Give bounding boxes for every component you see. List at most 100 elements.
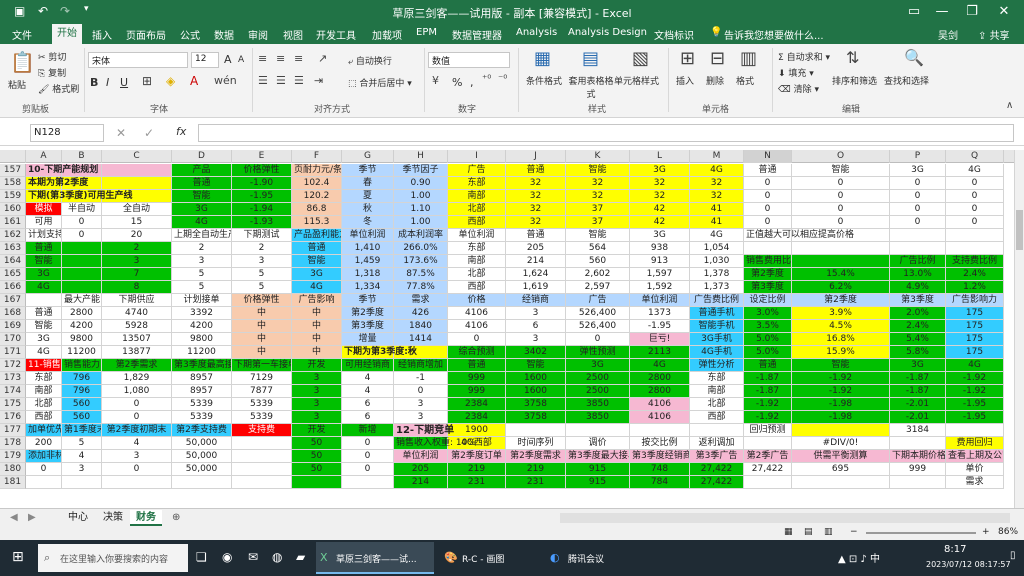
cell-i172[interactable]: 普通 [448, 359, 506, 372]
cell-m174[interactable]: 南部 [690, 385, 744, 398]
cell-e174[interactable]: 7877 [232, 385, 292, 398]
cell-h161[interactable]: 1.00 [394, 216, 448, 229]
cell-l174[interactable]: 2800 [630, 385, 690, 398]
row-header[interactable]: 174 [0, 385, 26, 398]
new-sheet-icon[interactable]: ⊕ [168, 510, 184, 526]
cell-h169[interactable]: 1840 [394, 320, 448, 333]
row-header[interactable]: 177 [0, 424, 26, 437]
vertical-scrollbar[interactable] [1014, 150, 1024, 508]
cell-i177[interactable]: 1900 [448, 424, 506, 437]
cell-g158[interactable]: 春 [342, 177, 394, 190]
cell-m171[interactable]: 4G手机 [690, 346, 744, 359]
align-left-icon[interactable]: ☰ [258, 74, 268, 87]
cell-j181[interactable]: 231 [506, 476, 566, 489]
cell-n172[interactable]: 普通 [744, 359, 792, 372]
cell-d161[interactable]: 4G [172, 216, 232, 229]
delete-cells-button[interactable]: 删除 [706, 74, 724, 87]
cell-styles-button[interactable]: 单元格样式 [614, 74, 659, 87]
orientation-icon[interactable]: ↗ [318, 52, 327, 65]
tab-review[interactable]: 审阅 [248, 27, 268, 42]
cell-l157[interactable]: 3G [630, 164, 690, 177]
cell-k179[interactable]: 第3季度最大接单 [566, 450, 630, 463]
cell-d166[interactable]: 5 [172, 281, 232, 294]
row-header[interactable]: 169 [0, 320, 26, 333]
cell-p174[interactable]: -1.87 [890, 385, 946, 398]
cell-d158[interactable]: 普通 [172, 177, 232, 190]
tab-home[interactable]: 开始 [52, 24, 82, 44]
tell-me-search[interactable]: 告诉我您想要做什么... [724, 27, 824, 42]
column-header-o[interactable]: O [792, 150, 890, 163]
cell-q179[interactable]: 查看上期及公司 [946, 450, 1004, 463]
cell-l162[interactable]: 3G [630, 229, 690, 242]
font-name-select[interactable]: 宋体 [88, 52, 188, 68]
name-box[interactable]: N128 [30, 124, 104, 142]
delete-cells-icon[interactable]: ⊟ [710, 48, 725, 69]
cell-k165[interactable]: 2,602 [566, 268, 630, 281]
cell-h173[interactable]: -1 [394, 372, 448, 385]
cell-e170[interactable]: 中 [232, 333, 292, 346]
cell-a181[interactable] [26, 476, 62, 489]
cell-c162[interactable]: 20 [102, 229, 172, 242]
cell-j161[interactable]: 32 [506, 216, 566, 229]
cell-k172[interactable]: 3G [566, 359, 630, 372]
cell-k159[interactable]: 32 [566, 190, 630, 203]
phonetic-icon[interactable]: wén [214, 74, 237, 87]
cell-e162[interactable]: 下期测试 [232, 229, 292, 242]
row-header[interactable]: 160 [0, 203, 26, 216]
cell-d176[interactable]: 5339 [172, 411, 232, 424]
column-header-i[interactable]: I [448, 150, 506, 163]
cell-e159[interactable]: -1.95 [232, 190, 292, 203]
cell-l179[interactable]: 第3季度经销商 [630, 450, 690, 463]
cell-n162[interactable]: 正值越大可以相应提高价格 [744, 229, 854, 242]
column-header-g[interactable]: G [342, 150, 394, 163]
cell-l164[interactable]: 913 [630, 255, 690, 268]
cell-j157[interactable]: 普通 [506, 164, 566, 177]
cell-n168[interactable]: 3.0% [744, 307, 792, 320]
column-header-f[interactable]: F [292, 150, 342, 163]
cell-h159[interactable]: 1.00 [394, 190, 448, 203]
tab-view[interactable]: 视图 [283, 27, 303, 42]
cell-g164[interactable]: 1,459 [342, 255, 394, 268]
cell-h166[interactable]: 77.8% [394, 281, 448, 294]
cell-k176[interactable]: 3850 [566, 411, 630, 424]
conditional-format-icon[interactable]: ▦ [534, 48, 551, 69]
row-header[interactable]: 175 [0, 398, 26, 411]
decimal-decrease-icon[interactable]: ⁻⁰ [498, 74, 507, 85]
cell-f167[interactable]: 广告影响 [292, 294, 342, 307]
cell-l160[interactable]: 42 [630, 203, 690, 216]
cell-e172[interactable]: 下期第一车接单量 [232, 359, 292, 372]
row-header[interactable]: 176 [0, 411, 26, 424]
row-header[interactable]: 161 [0, 216, 26, 229]
cell-f181[interactable] [292, 476, 342, 489]
cell-c172[interactable]: 第2季需求 [102, 359, 172, 372]
number-format-select[interactable]: 数值 [428, 52, 510, 68]
cell-c157[interactable] [102, 164, 172, 177]
cell-n159[interactable]: 0 [744, 190, 792, 203]
cell-g174[interactable]: 4 [342, 385, 394, 398]
cell-c177[interactable]: 第2季度初期末 [102, 424, 172, 437]
cell-o159[interactable]: 0 [792, 190, 890, 203]
cell-l169[interactable]: -1.95 [630, 320, 690, 333]
page-layout-view-icon[interactable]: ▤ [800, 524, 817, 540]
cell-n160[interactable]: 0 [744, 203, 792, 216]
cell-m158[interactable]: 32 [690, 177, 744, 190]
format-painter-button[interactable]: 🖌 格式刷 [38, 82, 79, 95]
cell-q159[interactable]: 0 [946, 190, 1004, 203]
column-header-j[interactable]: J [506, 150, 566, 163]
cell-f164[interactable]: 智能 [292, 255, 342, 268]
cell-j177[interactable] [506, 424, 566, 437]
cell-n157[interactable]: 普通 [744, 164, 792, 177]
cell-g157[interactable]: 季节 [342, 164, 394, 177]
row-header[interactable]: 181 [0, 476, 26, 489]
cell-j168[interactable]: 3 [506, 307, 566, 320]
cell-f177[interactable]: 开发 [292, 424, 342, 437]
outlook-icon[interactable]: ✉ [248, 550, 258, 564]
sort-filter-icon[interactable]: ⇅ [846, 48, 859, 67]
cell-a172[interactable]: 11-销售能力 [26, 359, 62, 372]
cell-e178[interactable] [232, 437, 292, 450]
cell-c171[interactable]: 13877 [102, 346, 172, 359]
paste-button[interactable]: 粘贴 [8, 78, 26, 91]
column-header-q[interactable]: Q [946, 150, 1004, 163]
cell-n171[interactable]: 5.0% [744, 346, 792, 359]
cell-j178[interactable]: 时间序列 [506, 437, 566, 450]
